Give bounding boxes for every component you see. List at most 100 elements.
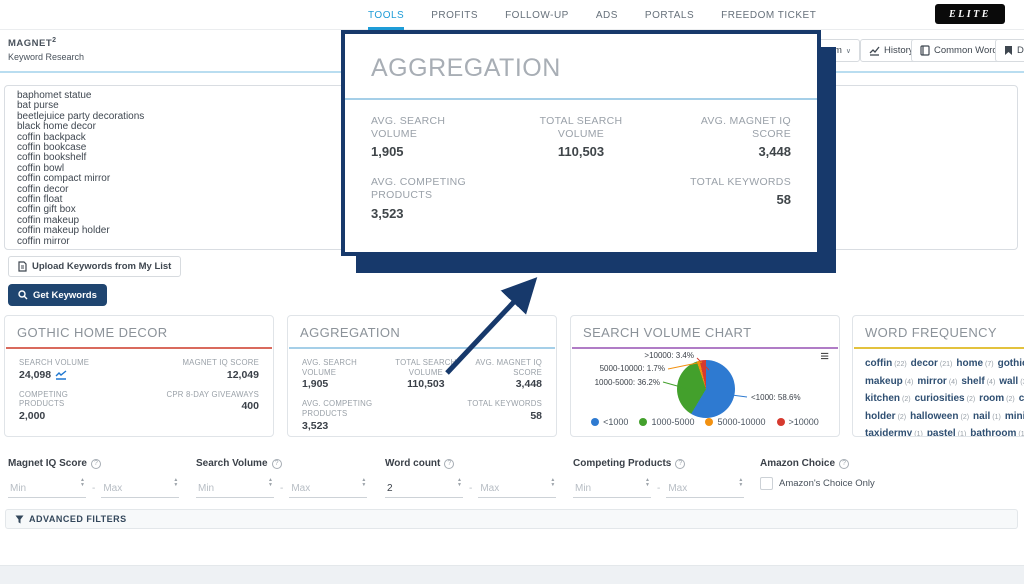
stat-search-volume: SEARCH VOLUME 24,098 bbox=[19, 358, 139, 381]
bookmark-icon bbox=[1004, 45, 1013, 56]
app-identity: MAGNET2 Keyword Research bbox=[8, 37, 84, 62]
get-keywords-button[interactable]: Get Keywords bbox=[8, 284, 107, 306]
word-frequency-token[interactable]: holder(2) bbox=[865, 406, 910, 423]
word-frequency-token[interactable]: taxidermy(1) bbox=[865, 423, 927, 437]
pie-label: <1000: 58.6% bbox=[751, 393, 801, 402]
legend-item[interactable]: >10000 bbox=[777, 417, 819, 427]
help-icon[interactable]: ? bbox=[675, 459, 685, 469]
legend-item[interactable]: 5000-10000 bbox=[705, 417, 765, 427]
word-frequency-token[interactable]: wall(3) bbox=[999, 371, 1024, 388]
stat-total-search-volume: TOTAL SEARCH VOLUME 110,503 bbox=[511, 115, 651, 159]
stat-total-keywords: TOTAL KEYWORDS 58 bbox=[651, 176, 791, 220]
aggregation-overlay-panel: AGGREGATION AVG. SEARCH VOLUME 1,905 TOT… bbox=[341, 30, 821, 256]
help-icon[interactable]: ? bbox=[91, 459, 101, 469]
help-icon[interactable]: ? bbox=[839, 459, 849, 469]
stepper-icon[interactable]: ▲▼ bbox=[645, 478, 650, 488]
chevron-down-icon: ∨ bbox=[846, 47, 851, 55]
panel-title: AGGREGATION bbox=[345, 34, 817, 98]
top-navigation: TOOLS PROFITS FOLLOW-UP ADS PORTALS FREE… bbox=[0, 0, 1024, 30]
word-frequency-token[interactable]: home(7) bbox=[956, 353, 997, 370]
stepper-icon[interactable]: ▲▼ bbox=[550, 478, 555, 488]
app-title: MAGNET2 bbox=[8, 37, 84, 49]
stepper-icon[interactable]: ▲▼ bbox=[361, 478, 366, 488]
word-frequency-token[interactable]: creepy bbox=[1019, 388, 1024, 405]
filter-funnel-icon bbox=[15, 515, 24, 524]
filter-competing-products: Competing Products? ▲▼ - ▲▼ bbox=[573, 458, 755, 498]
app-subtitle: Keyword Research bbox=[8, 52, 84, 62]
word-frequency-list: coffin(22)decor(21)home(7)gothic(6)g mak… bbox=[853, 349, 1024, 437]
pie-label: 1000-5000: 36.2% bbox=[583, 378, 660, 387]
legend-item[interactable]: <1000 bbox=[591, 417, 628, 427]
line-chart-icon bbox=[869, 46, 880, 56]
filter-magnet-iq-score: Magnet IQ Score? ▲▼ - ▲▼ bbox=[8, 458, 190, 498]
advanced-filters-toggle[interactable]: ADVANCED FILTERS bbox=[5, 509, 1018, 529]
nav-tab[interactable]: PROFITS bbox=[431, 0, 478, 30]
word-frequency-token[interactable]: mini(1) bbox=[1005, 406, 1024, 423]
card-title: WORD FREQUENCY bbox=[853, 316, 1024, 347]
word-frequency-token[interactable]: room(2) bbox=[979, 388, 1019, 405]
pie-legend: <1000 1000-5000 5000-10000 >10000 bbox=[571, 417, 839, 427]
word-frequency-card: WORD FREQUENCY coffin(22)decor(21)home(7… bbox=[852, 315, 1024, 437]
nav-tab[interactable]: FOLLOW-UP bbox=[505, 0, 569, 30]
nav-tab[interactable]: PORTALS bbox=[645, 0, 694, 30]
stepper-icon[interactable]: ▲▼ bbox=[173, 478, 178, 488]
competing-products-max-input[interactable] bbox=[666, 482, 744, 498]
search-volume-min-input[interactable] bbox=[196, 482, 274, 498]
book-icon bbox=[920, 45, 930, 56]
filters-row: Magnet IQ Score? ▲▼ - ▲▼ Search Volume? … bbox=[0, 458, 1024, 504]
nav-tab[interactable]: FREEDOM TICKET bbox=[721, 0, 816, 30]
legend-dot bbox=[639, 418, 647, 426]
magnet-iq-min-input[interactable] bbox=[8, 482, 86, 498]
amazon-choice-checkbox[interactable] bbox=[760, 477, 773, 490]
word-frequency-token[interactable]: mirror(4) bbox=[917, 371, 961, 388]
filter-word-count: Word count? ▲▼ - ▲▼ bbox=[385, 458, 567, 498]
word-count-min-input[interactable] bbox=[385, 482, 463, 498]
callout-arrow bbox=[430, 268, 550, 383]
word-frequency-token[interactable]: shelf(4) bbox=[961, 371, 999, 388]
word-frequency-token[interactable]: nail(1) bbox=[973, 406, 1005, 423]
word-frequency-token[interactable]: makeup(4) bbox=[865, 371, 917, 388]
search-volume-max-input[interactable] bbox=[289, 482, 367, 498]
legend-dot bbox=[777, 418, 785, 426]
magnet-iq-max-input[interactable] bbox=[101, 482, 179, 498]
stat-cpr-giveaways: CPR 8-DAY GIVEAWAYS 400 bbox=[139, 390, 259, 422]
filter-search-volume: Search Volume? ▲▼ - ▲▼ bbox=[196, 458, 378, 498]
legend-dot bbox=[591, 418, 599, 426]
stat-avg-search-volume: AVG. SEARCH VOLUME 1,905 bbox=[371, 115, 511, 159]
word-frequency-token[interactable]: curiosities(2) bbox=[915, 388, 980, 405]
word-frequency-token[interactable]: coffin(22) bbox=[865, 353, 911, 370]
stepper-icon[interactable]: ▲▼ bbox=[738, 478, 743, 488]
word-frequency-token[interactable]: bathroom(1) bbox=[970, 423, 1024, 437]
panel-stats: AVG. SEARCH VOLUME 1,905 TOTAL SEARCH VO… bbox=[345, 100, 817, 236]
stat-magnet-iq: MAGNET IQ SCORE 12,049 bbox=[139, 358, 259, 381]
help-icon[interactable]: ? bbox=[444, 459, 454, 469]
nav-tab[interactable]: TOOLS bbox=[368, 0, 404, 30]
footer-strip bbox=[0, 565, 1024, 584]
upload-keywords-button[interactable]: Upload Keywords from My List bbox=[8, 256, 181, 277]
pie-label: >10000: 3.4% bbox=[629, 351, 694, 360]
nav-tabs: TOOLS PROFITS FOLLOW-UP ADS PORTALS FREE… bbox=[368, 0, 816, 30]
word-frequency-token[interactable]: gothic(6) bbox=[998, 353, 1024, 370]
stat-spacer bbox=[387, 399, 464, 431]
delete-button[interactable]: Dele bbox=[995, 39, 1024, 62]
legend-item[interactable]: 1000-5000 bbox=[639, 417, 694, 427]
stat-spacer bbox=[511, 176, 651, 220]
word-frequency-token[interactable]: decor(21) bbox=[911, 353, 957, 370]
help-icon[interactable]: ? bbox=[272, 459, 282, 469]
word-frequency-token[interactable]: pastel(1) bbox=[927, 423, 970, 437]
trend-chart-icon[interactable] bbox=[55, 370, 68, 380]
word-count-max-input[interactable] bbox=[478, 482, 556, 498]
word-frequency-token[interactable]: kitchen(2) bbox=[865, 388, 915, 405]
stat-avg-competing-products: AVG. COMPETING PRODUCTS 3,523 bbox=[371, 176, 511, 220]
stepper-icon[interactable]: ▲▼ bbox=[80, 478, 85, 488]
filter-amazon-choice: Amazon Choice? Amazon's Choice Only bbox=[760, 458, 875, 490]
nav-tab[interactable]: ADS bbox=[596, 0, 618, 30]
elite-badge: ELITE bbox=[935, 4, 1005, 24]
stepper-icon[interactable]: ▲▼ bbox=[457, 478, 462, 488]
search-icon bbox=[18, 290, 28, 300]
search-volume-chart-card: SEARCH VOLUME CHART ≡ >10000: 3.4% 5000-… bbox=[570, 315, 840, 437]
competing-products-min-input[interactable] bbox=[573, 482, 651, 498]
legend-dot bbox=[705, 418, 713, 426]
stepper-icon[interactable]: ▲▼ bbox=[268, 478, 273, 488]
word-frequency-token[interactable]: halloween(2) bbox=[910, 406, 973, 423]
